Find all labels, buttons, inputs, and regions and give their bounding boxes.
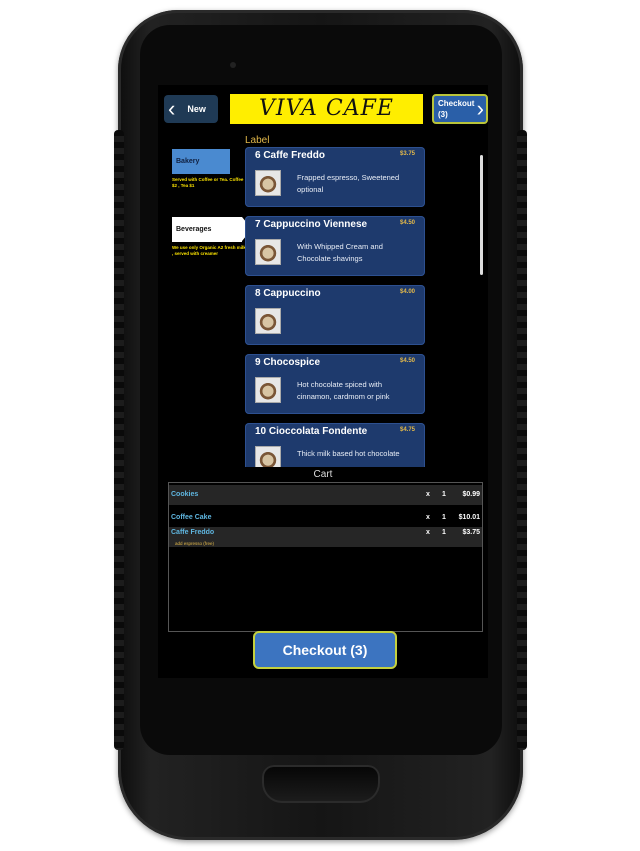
menu-item[interactable]: 10 Cioccolata Fondente $4.75 Thick milk … [245, 423, 425, 467]
cart-item-name: Cookies [171, 491, 199, 498]
cart-item-name: Coffee Cake [171, 514, 212, 521]
new-order-label: New [187, 104, 206, 114]
menu-item[interactable]: 6 Caffe Freddo $3.75 Frapped espresso, S… [245, 147, 425, 207]
menu-item-photo [255, 239, 281, 265]
category-bakery-desc: Served with Coffee or Tea. Coffee $2 , T… [172, 177, 244, 188]
cart-item-qty: 1 [442, 529, 446, 536]
menu-item-price: $4.50 [399, 220, 415, 226]
right-grip [517, 130, 527, 750]
menu-item-desc: With Whipped Cream and Chocolate shaving… [297, 242, 383, 263]
category-bakery-label: Bakery [176, 158, 200, 165]
menu-item-name: 6 Caffe Freddo [255, 150, 326, 161]
menu-item-name: 10 Cioccolata Fondente [255, 426, 368, 437]
cart-row[interactable]: Caffe Freddo x 1 $3.75 add espresso (fre… [169, 527, 482, 547]
menu-item[interactable]: 7 Cappuccino Viennese $4.50 With Whipped… [245, 216, 425, 276]
menu-item-desc: Hot chocolate spiced with cinnamon, card… [297, 380, 390, 401]
menu-item-photo [255, 377, 281, 403]
checkout-button[interactable]: Checkout (3) [253, 631, 397, 669]
category-beverages-desc: We use only Organic A2 fresh milk , serv… [172, 245, 246, 256]
menu-item[interactable]: 8 Cappuccino $4.00 [245, 285, 425, 345]
menu-item-price: $4.75 [399, 427, 415, 433]
menu-item-photo [255, 446, 281, 467]
cart-row[interactable]: Coffee Cake x 1 $10.01 [169, 508, 482, 528]
menu-item-desc: Frapped espresso, Sweetened optional [297, 173, 400, 194]
app-screen: ‹ New VIVA CAFE Checkout (3) › Label Bak… [158, 85, 488, 678]
menu-item-desc: Thick milk based hot chocolate [297, 449, 400, 458]
menu-item-list: 6 Caffe Freddo $3.75 Frapped espresso, S… [245, 147, 428, 467]
cart-item-modifier: add espresso (free) [175, 541, 215, 546]
menu-item-photo [255, 170, 281, 196]
left-grip [114, 130, 124, 750]
cart-title: Cart [313, 469, 333, 480]
category-bakery[interactable]: Bakery [172, 149, 230, 174]
checkout-top-label: Checkout [438, 99, 475, 108]
menu-item[interactable]: 9 Chocospice $4.50 Hot chocolate spiced … [245, 354, 425, 414]
cart-row[interactable]: Cookies x 1 $0.99 [169, 485, 482, 505]
cart-item-times: x [426, 514, 430, 521]
category-beverages[interactable]: Beverages [172, 217, 252, 242]
chevron-right-icon: › [476, 96, 484, 121]
menu-item-photo [255, 308, 281, 334]
menu-item-price: $4.50 [399, 358, 415, 364]
menu-scrollbar[interactable] [480, 155, 483, 275]
cart-item-amount: $10.01 [458, 514, 480, 521]
new-order-button[interactable]: ‹ New [164, 95, 218, 123]
menu-item-price: $4.00 [399, 289, 415, 295]
menu-item-name: 9 Chocospice [255, 357, 321, 368]
menu-item-name: 7 Cappuccino Viennese [255, 219, 368, 230]
cart-item-qty: 1 [442, 514, 446, 521]
cart-item-qty: 1 [442, 491, 446, 498]
checkout-top-text: Checkout (3) [438, 98, 474, 120]
menu-item-name: 8 Cappuccino [255, 288, 321, 299]
menu-label: Label [245, 135, 270, 146]
chevron-left-icon: ‹ [168, 96, 176, 121]
home-button[interactable] [262, 765, 380, 803]
checkout-top-button[interactable]: Checkout (3) › [432, 94, 488, 124]
menu-item-price: $3.75 [399, 151, 415, 157]
cart-item-times: x [426, 529, 430, 536]
cart-item-amount: $3.75 [462, 529, 480, 536]
cart-item-name: Caffe Freddo [171, 529, 215, 536]
app-title: VIVA CAFE [230, 94, 423, 124]
front-camera [230, 62, 236, 68]
cart-list: Cookies x 1 $0.99 Coffee Cake x 1 $10.01… [168, 482, 483, 632]
cart-item-amount: $0.99 [462, 491, 480, 498]
category-beverages-label: Beverages [176, 226, 212, 233]
checkout-top-count: (3) [438, 110, 448, 119]
cart-item-times: x [426, 491, 430, 498]
